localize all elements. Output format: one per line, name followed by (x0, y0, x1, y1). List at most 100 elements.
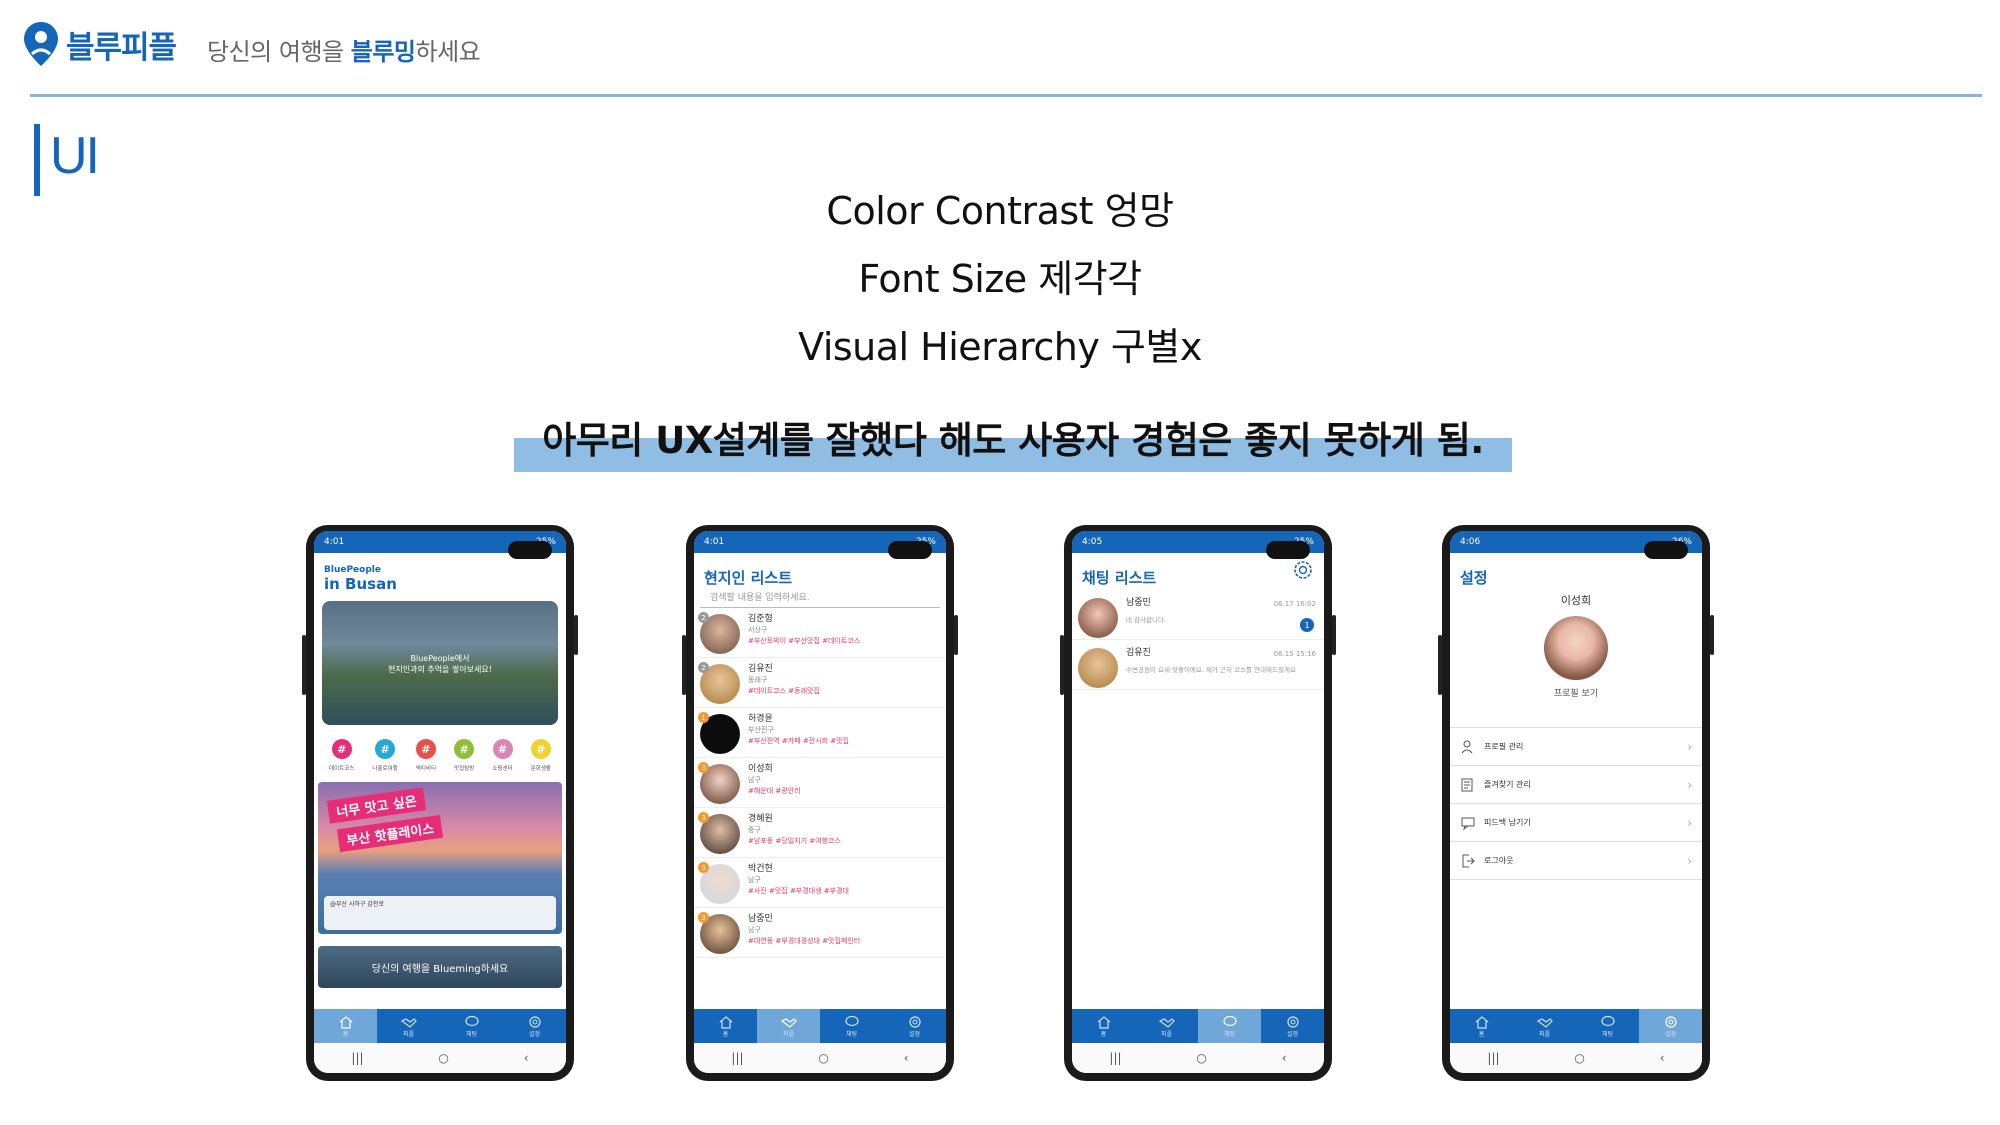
banner-tag: 부산 핫플레이스 (336, 814, 444, 853)
hero-caption-line2: 현지인과의 추억을 쌓아보세요! (388, 665, 492, 674)
tab-label: 피플 (1538, 1030, 1551, 1038)
tagline-post: 하세요 (415, 38, 481, 66)
list-item[interactable]: 2 김준형 서상구 #부산토박이 #부산맛집 #데이트코스 (694, 608, 946, 658)
category-culture[interactable]: # 문화생활 (531, 739, 551, 772)
settings-label: 프로필 관리 (1484, 742, 1524, 751)
tab-chat[interactable]: 채팅 (1198, 1009, 1261, 1043)
chat-row[interactable]: 남중민 네 감사합니다. 06.17 16:02 1 (1072, 590, 1324, 640)
person-tags: #부산토박이 #부산맛집 #데이트코스 (748, 637, 861, 645)
tab-label: 설정 (1664, 1030, 1677, 1038)
person-area: 동래구 (748, 676, 768, 684)
blueming-strip[interactable]: 당신의 여행을 Blueming하세요 (318, 946, 562, 988)
person-name: 허경윤 (748, 714, 773, 724)
tab-people[interactable]: 피플 (1135, 1009, 1198, 1043)
phone-chat-list: 4:05 25% 채팅 리스트 남중민네 감사합니다. 06.17 16:02 … (1060, 525, 1336, 1081)
app-city: in Busan (324, 575, 397, 593)
recents-icon[interactable]: ||| (731, 1051, 743, 1065)
view-profile-link[interactable]: 프로필 보기 (1450, 686, 1702, 699)
profile-name: 이성희 (1560, 594, 1592, 607)
avatar[interactable] (1544, 616, 1608, 680)
chat-bubble-icon (1600, 1015, 1615, 1026)
chat-screen: 4:05 25% 채팅 리스트 남중민네 감사합니다. 06.17 16:02 … (1072, 531, 1324, 1073)
back-icon[interactable]: ‹ (904, 1051, 909, 1065)
tab-settings[interactable]: 설정 (1261, 1009, 1324, 1043)
home-circle-icon[interactable]: ○ (1574, 1051, 1584, 1065)
tab-chat[interactable]: 채팅 (1576, 1009, 1639, 1043)
category-food[interactable]: # 맛집탐방 (454, 739, 474, 772)
brand-logo[interactable]: 블루피플 (22, 20, 177, 68)
list-item[interactable]: 3 박건현 남구 #사진 #맛집 #부경대생 #부경대 (694, 858, 946, 908)
tab-bar: 홈 피플 채팅 설정 (694, 1009, 946, 1043)
system-nav-bar: ||| ○ ‹ (694, 1043, 946, 1073)
tab-settings[interactable]: 설정 (503, 1009, 566, 1043)
person-tags: #남포동 #당일치기 #여행코스 (748, 837, 841, 845)
tab-home[interactable]: 홈 (314, 1009, 377, 1043)
gear-icon (1664, 1015, 1677, 1028)
list-item[interactable]: 3 남중민 남구 #대연동 #부경대경성대 #맛집페인터 (694, 908, 946, 958)
recents-icon[interactable]: ||| (1487, 1051, 1499, 1065)
category-solo-trip[interactable]: # 나홀로여행 (372, 739, 398, 772)
tab-label: 홈 (1478, 1030, 1485, 1038)
system-nav-bar: ||| ○ ‹ (314, 1043, 566, 1073)
tab-label: 채팅 (1223, 1030, 1236, 1038)
back-icon[interactable]: ‹ (1282, 1051, 1287, 1065)
tab-chat[interactable]: 채팅 (820, 1009, 883, 1043)
settings-item-favorites[interactable]: 즐겨찾기 관리 › (1450, 766, 1702, 804)
settings-screen: 4:06 26% 설정 이성희 프로필 보기 프로필 관리› 즐겨찾기 관리› … (1450, 531, 1702, 1073)
tab-label: 피플 (782, 1030, 795, 1038)
list-item[interactable]: 3 경혜원 중구 #남포동 #당일치기 #여행코스 (694, 808, 946, 858)
tab-chat[interactable]: 채팅 (440, 1009, 503, 1043)
settings-list: 프로필 관리 › 즐겨찾기 관리 › 피드백 남기기 › 로그아웃 › (1450, 727, 1702, 880)
status-time: 4:05 (1082, 537, 1103, 547)
category-date-course[interactable]: # 데이트코스 (329, 739, 354, 772)
category-label: 맛집탐방 (454, 766, 475, 772)
category-activity[interactable]: # 액티비티 (416, 739, 436, 772)
hotplace-banner[interactable]: 너무 맛고 싶은 부산 핫플레이스 @부산 사하구 감천로 (318, 782, 562, 934)
gear-icon[interactable] (1292, 559, 1314, 581)
hashtag-icon: # (492, 739, 513, 759)
person-name: 박건현 (748, 864, 773, 874)
tab-people[interactable]: 피플 (757, 1009, 820, 1043)
recents-icon[interactable]: ||| (1109, 1051, 1121, 1065)
tab-settings[interactable]: 설정 (883, 1009, 946, 1043)
category-shopping[interactable]: # 쇼핑센터 (492, 739, 513, 772)
tab-label: 채팅 (845, 1030, 858, 1038)
back-icon[interactable]: ‹ (524, 1051, 529, 1065)
person-name: 이성희 (748, 764, 773, 774)
section-title: UI (50, 127, 100, 185)
settings-label: 피드백 남기기 (1484, 818, 1531, 827)
list-item[interactable]: 2 김유진 동래구 #데이트코스 #동래맛집 (694, 658, 946, 708)
list-item[interactable]: 1 허경윤 부산진구 #부산전역 #카페 #전시회 #맛집 (694, 708, 946, 758)
category-label: 액티비티 (415, 766, 437, 772)
phone-people-list: 4:01 25% 현지인 리스트 검색할 내용을 입력하세요. 2김준형서상구#… (682, 525, 958, 1081)
tab-people[interactable]: 피플 (377, 1009, 440, 1043)
settings-item-feedback[interactable]: 피드백 남기기 › (1450, 804, 1702, 842)
settings-item-profile[interactable]: 프로필 관리 › (1450, 728, 1702, 766)
phone-home: 4:01 25% BluePeople in Busan BluePeople에… (302, 525, 578, 1081)
rank-badge: 3 (698, 912, 709, 923)
tab-home[interactable]: 홈 (1072, 1009, 1135, 1043)
recents-icon[interactable]: ||| (351, 1051, 363, 1065)
back-icon[interactable]: ‹ (1660, 1051, 1665, 1065)
rank-badge: 2 (698, 662, 709, 673)
list-item[interactable]: 3 이성희 남구 #해운대 #광안리 (694, 758, 946, 808)
home-circle-icon[interactable]: ○ (438, 1051, 448, 1065)
tab-home[interactable]: 홈 (694, 1009, 757, 1043)
chevron-right-icon: › (1687, 853, 1692, 868)
home-icon (1475, 1015, 1488, 1029)
gear-icon (908, 1015, 921, 1028)
person-name: 남중민 (748, 914, 773, 924)
tab-home[interactable]: 홈 (1450, 1009, 1513, 1043)
tab-settings[interactable]: 설정 (1639, 1009, 1702, 1043)
tab-label: 채팅 (465, 1030, 478, 1038)
settings-item-logout[interactable]: 로그아웃 › (1450, 842, 1702, 880)
phone-settings: 4:06 26% 설정 이성희 프로필 보기 프로필 관리› 즐겨찾기 관리› … (1438, 525, 1714, 1081)
search-input[interactable]: 검색할 내용을 입력하세요. (700, 590, 940, 608)
chat-time: 06.17 16:02 (1273, 600, 1316, 608)
home-circle-icon[interactable]: ○ (818, 1051, 828, 1065)
hero-image[interactable]: BluePeople에서 현지인과의 추억을 쌓아보세요! (322, 601, 558, 725)
chat-row[interactable]: 김유진 수변공원이 요새 핫플이에요. 제가 근처 코스를 안내해드릴게요 06.… (1072, 640, 1324, 690)
tab-people[interactable]: 피플 (1513, 1009, 1576, 1043)
tab-bar: 홈 피플 채팅 설정 (1450, 1009, 1702, 1043)
home-circle-icon[interactable]: ○ (1196, 1051, 1206, 1065)
